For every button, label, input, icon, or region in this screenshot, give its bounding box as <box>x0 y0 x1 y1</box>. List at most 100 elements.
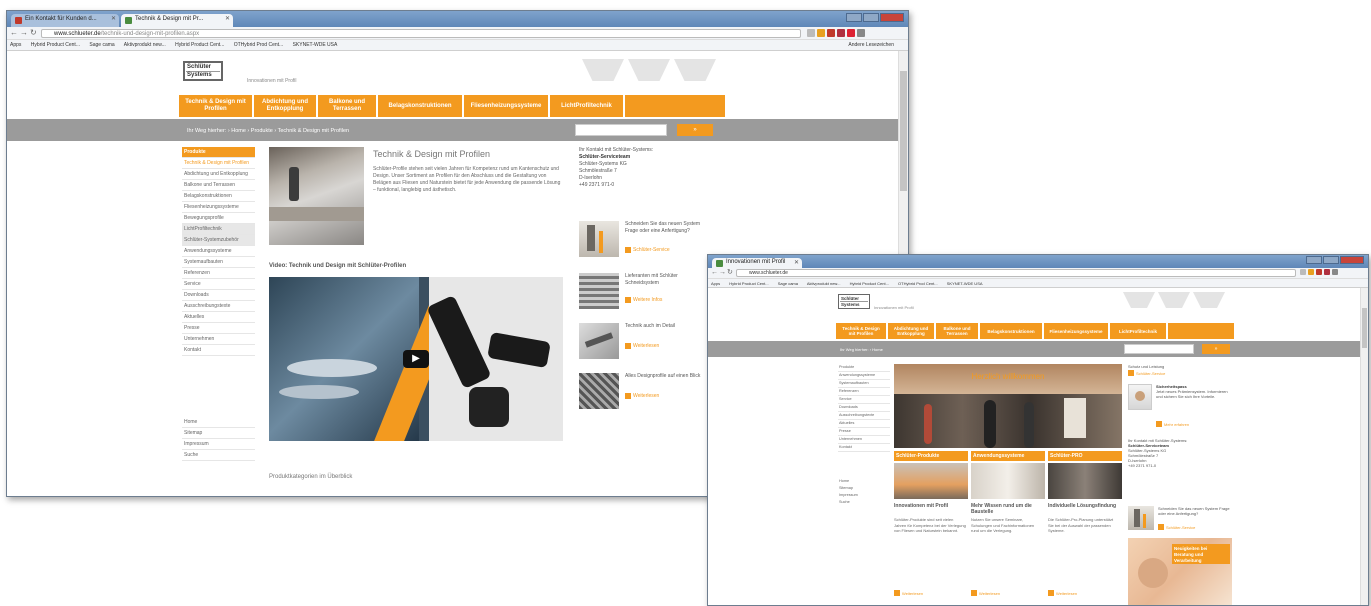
sidebar-item[interactable]: Sitemap <box>838 485 890 492</box>
star-icon[interactable] <box>1300 269 1306 275</box>
side-thumb[interactable] <box>579 273 619 309</box>
tab-2[interactable]: Technik & Design mit Pr... ✕ <box>121 14 233 27</box>
sidebar-item[interactable]: Impressum <box>838 492 890 499</box>
sidebar-item[interactable]: Belagskonstruktionen <box>182 191 255 202</box>
sidebar-item[interactable]: Downloads <box>838 404 890 412</box>
nav-item[interactable]: Abdichtung und Entkopplung <box>888 323 936 339</box>
sidebar-item[interactable]: Fliesenheizungssysteme <box>182 202 255 213</box>
sidebar-item[interactable]: Kontakt <box>182 345 255 356</box>
nav-item[interactable]: Technik & Design mit Profilen <box>179 95 254 117</box>
news-link[interactable]: Mehr erfahren <box>1156 421 1189 427</box>
feature-image[interactable] <box>971 463 1045 499</box>
sidebar-item[interactable]: Referenzen <box>838 388 890 396</box>
right-top-link[interactable]: Schlüter-Service <box>1128 370 1165 376</box>
side-item-link[interactable]: Schlüter-Service <box>1158 524 1195 530</box>
site-logo[interactable]: Schlüter Systems <box>838 294 870 309</box>
sidebar-item[interactable]: Anwendungssysteme <box>838 372 890 380</box>
search-button[interactable]: » <box>677 124 713 136</box>
minimize-icon[interactable] <box>1306 256 1322 264</box>
news-thumb[interactable] <box>1128 384 1152 410</box>
sidebar-item[interactable]: Downloads <box>182 290 255 301</box>
sidebar-item[interactable]: Service <box>838 396 890 404</box>
sidebar-item[interactable]: Service <box>182 279 255 290</box>
sidebar-item[interactable]: Anwendungssysteme <box>182 246 255 257</box>
bookmark[interactable]: Apps <box>10 42 21 48</box>
forward-icon[interactable]: → <box>719 269 726 277</box>
bookmark[interactable]: OTHybrid Prod Cent... <box>898 281 938 286</box>
sidebar-item[interactable]: Suche <box>838 499 890 506</box>
maximize-icon[interactable] <box>1323 256 1339 264</box>
play-icon[interactable]: ▶ <box>403 350 429 368</box>
back-icon[interactable]: ← <box>10 29 18 37</box>
bookmark[interactable]: Apps <box>711 281 720 286</box>
sidebar-item[interactable]: Ausschreibungstexte <box>182 301 255 312</box>
sidebar-item[interactable]: Impressum <box>182 439 255 450</box>
bookmark[interactable]: SKYNET-WDE USA <box>947 281 983 286</box>
feature-image[interactable] <box>894 463 968 499</box>
bookmark[interactable]: Hybrid Product Cent... <box>729 281 768 286</box>
sidebar-item[interactable]: Presse <box>182 323 255 334</box>
feature-link[interactable]: Weiterlesen <box>1048 590 1077 596</box>
sidebar-item[interactable]: Abdichtung und Entkopplung <box>182 169 255 180</box>
nav-item[interactable]: Fliesenheizungssysteme <box>1044 323 1110 339</box>
sidebar-item[interactable]: Unternehmen <box>182 334 255 345</box>
feature-link[interactable]: Weiterlesen <box>894 590 923 596</box>
feature-link[interactable]: Weiterlesen <box>971 590 1000 596</box>
nav-item[interactable]: Belagskonstruktionen <box>378 95 464 117</box>
bookmark[interactable]: Hybrid Product Cent... <box>31 42 80 48</box>
minimize-icon[interactable] <box>846 13 862 22</box>
star-icon[interactable] <box>807 29 815 37</box>
menu-icon[interactable] <box>1332 269 1338 275</box>
sidebar-item[interactable]: Ausschreibungstexte <box>838 412 890 420</box>
extension-icon[interactable] <box>827 29 835 37</box>
close-window-icon[interactable] <box>1340 256 1364 264</box>
side-thumb[interactable] <box>1128 506 1154 530</box>
scrollbar[interactable] <box>1360 288 1368 605</box>
side-thumb[interactable] <box>579 373 619 409</box>
video-player[interactable]: ▶ <box>269 277 563 441</box>
other-bookmarks[interactable]: Andere Lesezeichen <box>848 40 894 50</box>
sidebar-item[interactable]: Bewegungsprofile <box>182 213 255 224</box>
side-item-link[interactable]: Schlüter-Service <box>625 247 670 253</box>
sidebar-item[interactable]: Produkte <box>838 364 890 372</box>
extension-icon[interactable] <box>1316 269 1322 275</box>
sidebar-item[interactable]: Sitemap <box>182 428 255 439</box>
side-thumb[interactable] <box>579 323 619 359</box>
bookmark[interactable]: Hybrid Product Cent... <box>175 42 224 48</box>
close-tab-icon[interactable]: ✕ <box>794 259 799 266</box>
nav-item[interactable]: Balkone und Terrassen <box>936 323 980 339</box>
bookmark[interactable]: OTHybrid Prod Cent... <box>234 42 283 48</box>
extension-icon[interactable] <box>1324 269 1330 275</box>
close-tab-icon[interactable]: ✕ <box>225 15 230 22</box>
sidebar-item[interactable]: Presse <box>838 428 890 436</box>
sidebar-item[interactable]: Systemaufbauten <box>182 257 255 268</box>
forward-icon[interactable]: → <box>20 29 28 37</box>
sidebar-item[interactable]: Aktuelles <box>838 420 890 428</box>
sidebar-item[interactable]: Home <box>182 417 255 428</box>
nav-item[interactable]: LichtProfiltechnik <box>550 95 625 117</box>
reload-icon[interactable]: ↻ <box>30 29 37 37</box>
side-item-link[interactable]: Weiterlesen <box>625 393 659 399</box>
side-thumb[interactable] <box>579 221 619 257</box>
search-input[interactable] <box>1124 344 1194 354</box>
tab-1[interactable]: Innovationen mit Profil ✕ <box>712 258 802 268</box>
promo-banner[interactable]: Neuigkeiten bei Beratung und Verarbeitun… <box>1128 538 1232 605</box>
sidebar-item[interactable]: Schlüter-Systemzubehör <box>182 235 255 246</box>
tab-1[interactable]: Ein Kontakt für Kunden d... ✕ <box>11 14 119 27</box>
address-bar[interactable]: www.schlueter.de <box>736 269 1296 277</box>
bookmark[interactable]: Sage cama <box>89 42 114 48</box>
bookmark[interactable]: SKYNET-WDE USA <box>293 42 338 48</box>
sidebar-item[interactable]: Kontakt <box>838 444 890 452</box>
sidebar-item[interactable]: Referenzen <box>182 268 255 279</box>
reload-icon[interactable]: ↻ <box>727 269 733 277</box>
scroll-thumb[interactable] <box>900 71 907 191</box>
bookmark[interactable]: Aktivprodukt new... <box>807 281 841 286</box>
bookmark[interactable]: Aktivprodukt new... <box>124 42 166 48</box>
search-button[interactable]: » <box>1202 344 1230 354</box>
sidebar-item[interactable]: Produkte <box>182 147 255 158</box>
site-logo[interactable]: Schlüter Systems <box>183 61 223 81</box>
menu-icon[interactable] <box>857 29 865 37</box>
maximize-icon[interactable] <box>863 13 879 22</box>
nav-item[interactable]: LichtProfiltechnik <box>1110 323 1168 339</box>
nav-item[interactable]: Fliesenheizungssysteme <box>464 95 550 117</box>
